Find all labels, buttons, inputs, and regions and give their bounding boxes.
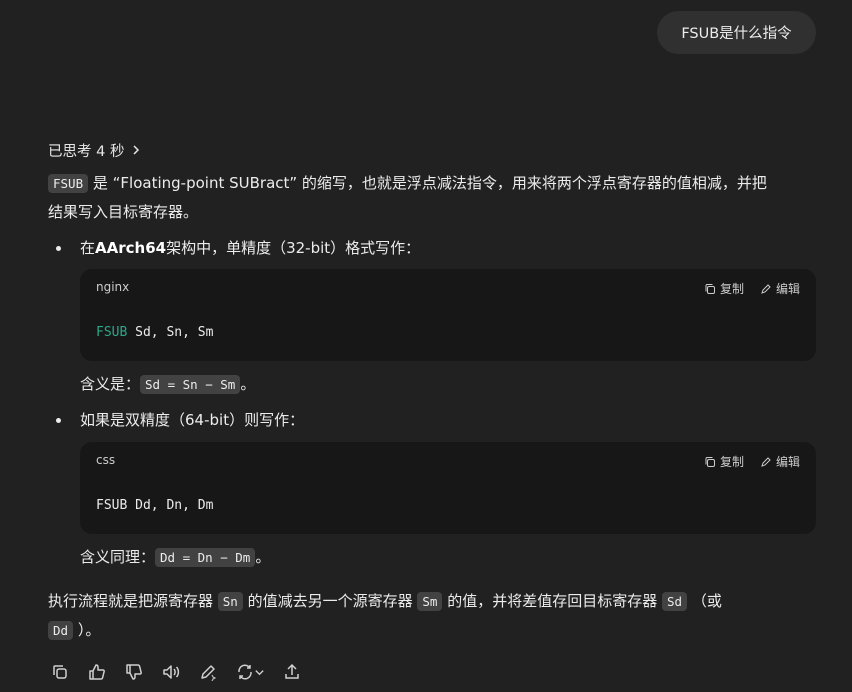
regenerate-icon [237,664,252,680]
meaning-line-2: 含义同理： Dd = Dn − Dm。 [80,545,270,570]
edit-icon [761,283,771,294]
copy-button[interactable] [48,660,72,684]
conclusion-text: 的值减去另一个源寄存器 [242,592,418,610]
user-message-bubble: FSUB是什么指令 [657,11,816,54]
user-message-text: FSUB是什么指令 [681,26,792,42]
meaning-label-2: 含义同理： [80,548,156,566]
bullet-item-1: 在 AArch64 架构中，单精度（32-bit）格式写作： [56,236,420,260]
inline-code: Sd = Sn − Sm [140,375,241,394]
copy-icon [53,665,67,679]
bullet-item-2: 如果是双精度（64-bit）则写作： [56,408,304,432]
edit-label: 编辑 [775,282,800,296]
bullet2-text: 如果是双精度（64-bit）则写作： [80,411,305,429]
bullet1-bold: AArch64 [95,239,167,257]
thumbs-up-icon [89,664,105,680]
meaning-end-1: 。 [240,375,256,393]
copy-label: 复制 [719,455,744,469]
intro-paragraph: FSUB 是 “Floating-point SUBract” 的缩写，也就是浮… [48,169,818,226]
read-aloud-button[interactable] [159,660,183,684]
inline-code: Sm [417,592,443,611]
inline-code: Dd = Dn − Dm [155,548,256,567]
code-actions: 复制 编辑 [704,453,800,470]
chevron-down-icon [254,669,264,675]
thinking-toggle[interactable]: 已思考 4 秒 [48,140,142,160]
code-line: FSUB Sd, Sn, Sm [96,325,213,340]
inline-code: Dd [48,621,74,640]
meaning-end-2: 。 [255,548,271,566]
meaning-label-1: 含义是： [80,375,141,393]
conclusion-text: （或 [687,592,722,610]
copy-icon [705,283,715,294]
message-actions [48,660,304,684]
share-icon [285,663,299,679]
conclusion-text: 执行流程就是把源寄存器 [48,592,218,610]
edit-icon [201,665,217,681]
bullet-dot [56,245,61,251]
code-actions: 复制 编辑 [704,280,800,297]
bullet1-suffix: 架构中，单精度（32-bit）格式写作： [166,239,421,257]
bullet-dot [56,417,61,423]
code-language-label: css [96,453,116,467]
conclusion-text: 的值，并将差值存回目标寄存器 [442,592,662,610]
read-aloud-icon [163,665,180,679]
meaning-line-1: 含义是： Sd = Sn − Sm。 [80,372,255,397]
copy-label: 复制 [719,282,744,296]
thumbs-down-icon [126,664,142,680]
code-block-2: css 复制 编辑 FSUB Dd, Dn, Dm [80,442,816,534]
edit-canvas-button[interactable] [196,660,220,684]
regenerate-button[interactable] [233,660,267,684]
edit-icon [761,456,771,467]
edit-label: 编辑 [775,455,800,469]
thinking-label: 已思考 4 秒 [48,143,125,160]
inline-code: FSUB [48,174,89,193]
thumbs-up-button[interactable] [85,660,109,684]
conclusion-paragraph: 执行流程就是把源寄存器 Sn 的值减去另一个源寄存器 Sm 的值，并将差值存回目… [48,587,818,645]
bullet1-prefix: 在 [80,239,96,257]
conclusion-text: ）。 [73,621,101,639]
intro-text-line1: 是 “Floating-point SUBract” 的缩写，也就是浮点减法指令… [92,174,767,192]
code-keyword: FSUB [96,325,128,340]
edit-code-button[interactable]: 编辑 [760,280,800,297]
inline-code: Sn [217,592,243,611]
copy-code-button[interactable]: 复制 [704,280,744,297]
code-language-label: nginx [96,280,130,294]
code-operands: Sd, Sn, Sm [127,325,214,340]
chevron-right-icon [133,145,140,155]
intro-text-line2: 结果写入目标寄存器。 [48,203,199,221]
code-line: FSUB Dd, Dn, Dm [96,498,214,513]
inline-code: Sd [662,592,688,611]
copy-code-button[interactable]: 复制 [704,453,744,470]
edit-code-button[interactable]: 编辑 [760,453,800,470]
copy-icon [705,456,715,467]
share-button[interactable] [280,660,304,684]
thumbs-down-button[interactable] [122,660,146,684]
code-block-1: nginx 复制 编辑 FSUB Sd, Sn, Sm [80,269,816,361]
